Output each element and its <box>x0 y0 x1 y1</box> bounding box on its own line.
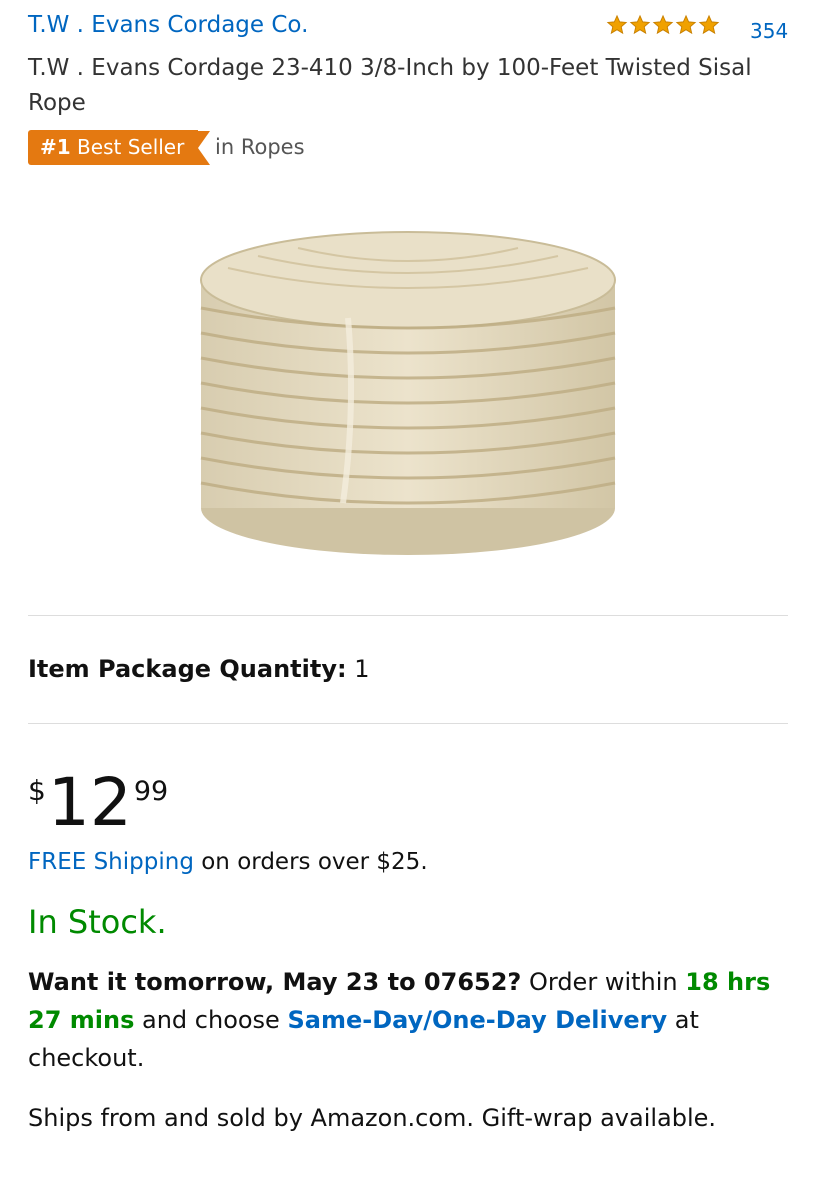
best-seller-badge[interactable]: #1 Best Seller <box>28 130 211 165</box>
badge-label: #1 Best Seller <box>28 130 199 165</box>
order-within-text: Order within <box>528 968 678 996</box>
rating-stars[interactable] <box>606 14 720 36</box>
badge-tip <box>198 130 211 165</box>
ships-from-info: Ships from and sold by Amazon.com. Gift-… <box>28 1104 717 1132</box>
quantity-label: Item Package Quantity: <box>28 655 347 683</box>
free-shipping-link[interactable]: FREE Shipping <box>28 849 194 875</box>
badge-text: Best Seller <box>77 135 185 159</box>
star-icon <box>675 14 697 35</box>
product-title: T.W . Evans Cordage 23-410 3/8-Inch by 1… <box>28 55 752 116</box>
price-symbol: $ <box>28 774 46 807</box>
delivery-want: Want it tomorrow, May 23 to 07652? <box>28 968 522 996</box>
star-icon <box>629 14 651 35</box>
stock-status: In Stock. <box>28 903 167 941</box>
shipping-rest: on orders over $25. <box>201 849 428 875</box>
shipping-info: FREE Shipping on orders over $25. <box>28 849 428 875</box>
and-choose-text: and choose <box>142 1006 280 1034</box>
review-count-link[interactable]: 354 <box>750 19 788 43</box>
delivery-option-link[interactable]: Same-Day/One-Day Delivery <box>287 1006 667 1034</box>
badge-rank: #1 <box>40 135 71 159</box>
price-fraction: 99 <box>133 776 169 807</box>
divider <box>28 723 788 724</box>
delivery-info: Want it tomorrow, May 23 to 07652? Order… <box>28 963 788 1077</box>
item-package-quantity[interactable]: Item Package Quantity: 1 <box>28 655 369 683</box>
divider <box>28 615 788 616</box>
badge-category[interactable]: in Ropes <box>215 135 305 159</box>
quantity-value: 1 <box>354 655 370 683</box>
star-icon <box>606 14 628 35</box>
star-icon <box>698 14 720 35</box>
brand-link[interactable]: T.W . Evans Cordage Co. <box>28 12 308 38</box>
price: $ 12 99 <box>28 764 168 842</box>
product-image[interactable] <box>188 208 628 598</box>
star-icon <box>652 14 674 35</box>
price-whole: 12 <box>47 764 132 841</box>
